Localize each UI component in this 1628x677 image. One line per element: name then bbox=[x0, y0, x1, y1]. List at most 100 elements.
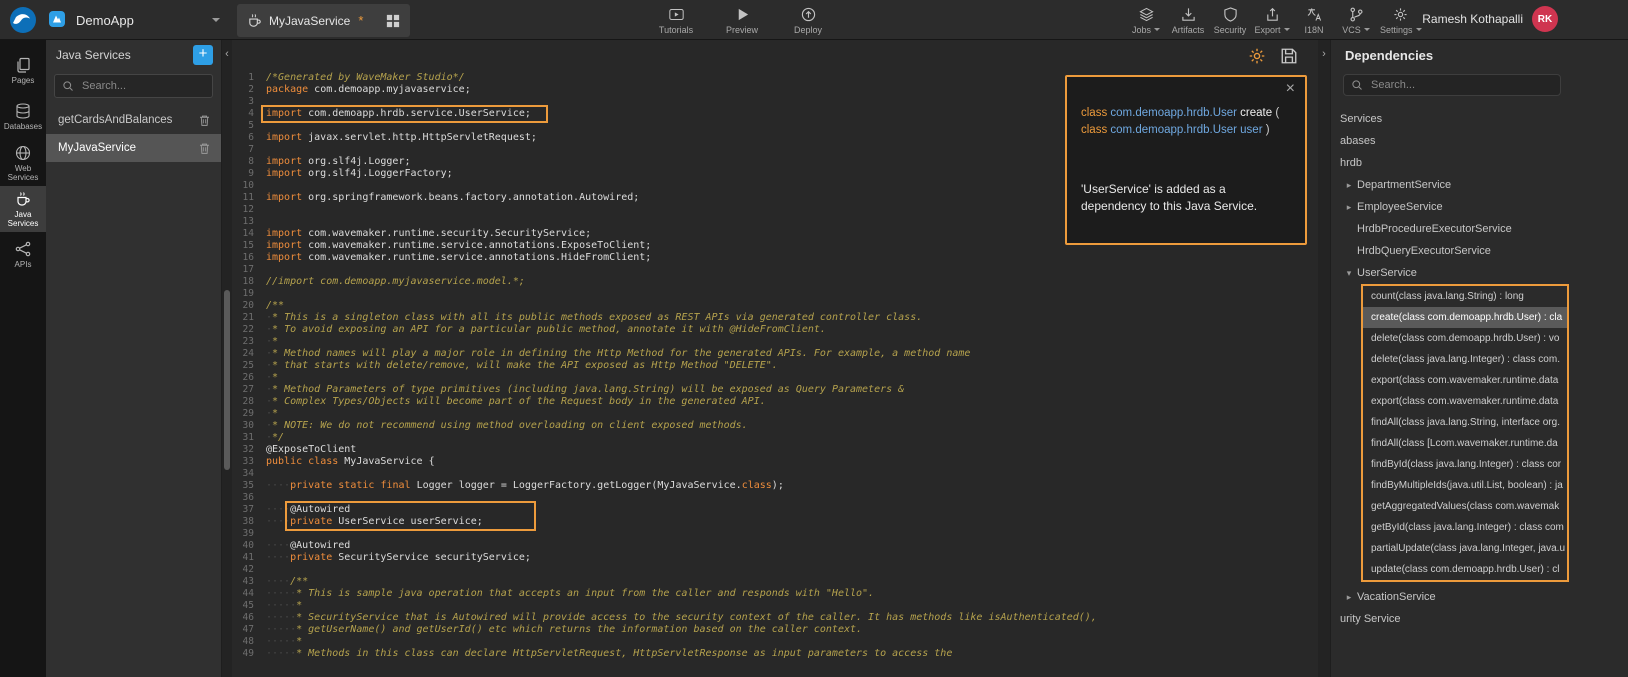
add-service-button[interactable]: + bbox=[193, 45, 213, 65]
code-line[interactable]: 44·····* This is sample java operation t… bbox=[232, 588, 1318, 600]
code-line[interactable]: 16import com.wavemaker.runtime.service.a… bbox=[232, 252, 1318, 264]
code-editor[interactable]: 1/*Generated by WaveMaker Studio*/2packa… bbox=[232, 40, 1318, 677]
settings-button[interactable]: Settings bbox=[1380, 4, 1422, 37]
code-line[interactable]: 32@ExposeToClient bbox=[232, 444, 1318, 456]
service-item-myjavaservice[interactable]: MyJavaService bbox=[46, 134, 221, 162]
method-item[interactable]: findAll(class java.lang.String, interfac… bbox=[1363, 412, 1567, 433]
method-item[interactable]: count(class java.lang.String) : long bbox=[1363, 286, 1567, 307]
code-line[interactable]: 18//import com.demoapp.myjavaservice.mod… bbox=[232, 276, 1318, 288]
service-item-getcardsandbalances[interactable]: getCardsAndBalances bbox=[46, 106, 221, 134]
services-search bbox=[54, 74, 213, 98]
chevron-right-icon[interactable]: ▸ bbox=[1343, 180, 1355, 191]
right-splitter[interactable]: › bbox=[1318, 40, 1330, 677]
code-line[interactable]: 27·* Method Parameters of type primitive… bbox=[232, 384, 1318, 396]
method-item[interactable]: getById(class java.lang.Integer) : class… bbox=[1363, 517, 1567, 538]
tree-item-employeeservice[interactable]: ▸EmployeeService bbox=[1331, 196, 1628, 218]
method-item[interactable]: export(class com.wavemaker.runtime.data bbox=[1363, 370, 1567, 391]
code-line[interactable]: 35····private static final Logger logger… bbox=[232, 480, 1318, 492]
tree-item-departmentservice[interactable]: ▸DepartmentService bbox=[1331, 174, 1628, 196]
tutorials-button[interactable]: Tutorials bbox=[655, 4, 697, 37]
dependencies-search-input[interactable] bbox=[1369, 78, 1553, 92]
method-item[interactable]: export(class com.wavemaker.runtime.data bbox=[1363, 391, 1567, 412]
tree-item-vacationservice[interactable]: ▸VacationService bbox=[1331, 586, 1628, 608]
security-button[interactable]: Security bbox=[1212, 4, 1248, 37]
chevron-down-icon[interactable]: ▾ bbox=[1343, 268, 1355, 279]
code-line[interactable]: 46·····* SecurityService that is Autowir… bbox=[232, 612, 1318, 624]
code-line[interactable]: 33public class MyJavaService { bbox=[232, 456, 1318, 468]
code-line[interactable]: 26·* bbox=[232, 372, 1318, 384]
code-line[interactable]: 37····@Autowired bbox=[232, 504, 1318, 516]
code-line[interactable]: 34 bbox=[232, 468, 1318, 480]
left-splitter[interactable]: ‹ bbox=[222, 40, 232, 677]
code-line[interactable]: 36 bbox=[232, 492, 1318, 504]
grid-icon[interactable] bbox=[386, 14, 400, 28]
deploy-button[interactable]: Deploy bbox=[787, 4, 829, 37]
tree-item-userservice[interactable]: ▾UserService bbox=[1331, 262, 1628, 284]
code-line[interactable]: 28·* Complex Types/Objects will become p… bbox=[232, 396, 1318, 408]
code-line[interactable]: 31·*/ bbox=[232, 432, 1318, 444]
services-search-input[interactable] bbox=[80, 79, 205, 93]
close-icon[interactable]: × bbox=[1286, 81, 1295, 97]
chevron-right-icon[interactable]: ▸ bbox=[1343, 202, 1355, 213]
method-item[interactable]: delete(class com.demoapp.hrdb.User) : vo bbox=[1363, 328, 1567, 349]
tree-item-urity-service[interactable]: urity Service bbox=[1331, 608, 1628, 630]
preview-button[interactable]: Preview bbox=[721, 4, 763, 37]
code-line[interactable]: 21·* This is a singleton class with all … bbox=[232, 312, 1318, 324]
code-line[interactable]: 25·* that starts with delete/remove, wil… bbox=[232, 360, 1318, 372]
tree-item-services[interactable]: Services bbox=[1331, 108, 1628, 130]
collapse-left-icon[interactable]: ‹ bbox=[222, 48, 232, 60]
code-line[interactable]: 48·····* bbox=[232, 636, 1318, 648]
tree-item-hrdbqueryexecutorservice[interactable]: HrdbQueryExecutorService bbox=[1331, 240, 1628, 262]
method-item[interactable]: delete(class java.lang.Integer) : class … bbox=[1363, 349, 1567, 370]
sidebar-item-apis[interactable]: APIs bbox=[0, 232, 46, 278]
user-menu[interactable]: Ramesh Kothapalli RK bbox=[1422, 6, 1558, 32]
trash-icon[interactable] bbox=[198, 114, 211, 127]
export-button[interactable]: Export bbox=[1254, 4, 1290, 37]
tab-myjavaservice[interactable]: MyJavaService * bbox=[237, 4, 410, 37]
i18n-button[interactable]: I18N bbox=[1296, 4, 1332, 37]
code-line[interactable]: 45·····* bbox=[232, 600, 1318, 612]
code-line[interactable]: 30·* NOTE: We do not recommend using met… bbox=[232, 420, 1318, 432]
editor-settings-icon[interactable] bbox=[1248, 47, 1266, 65]
code-line[interactable]: 41····private SecurityService securitySe… bbox=[232, 552, 1318, 564]
code-line[interactable]: 47·····* getUserName() and getUserId() e… bbox=[232, 624, 1318, 636]
editor-scrollbar[interactable] bbox=[224, 290, 230, 470]
method-item[interactable]: create(class com.demoapp.hrdb.User) : cl… bbox=[1363, 307, 1567, 328]
code-line[interactable]: 17 bbox=[232, 264, 1318, 276]
method-item[interactable]: findAll(class [Lcom.wavemaker.runtime.da bbox=[1363, 433, 1567, 454]
code-line[interactable]: 19 bbox=[232, 288, 1318, 300]
code-line[interactable]: 42 bbox=[232, 564, 1318, 576]
jobs-button[interactable]: Jobs bbox=[1128, 4, 1164, 37]
code-line[interactable]: 49·····* Methods in this class can decla… bbox=[232, 648, 1318, 660]
code-line[interactable]: 22·* To avoid exposing an API for a part… bbox=[232, 324, 1318, 336]
code-line[interactable]: 24·* Method names will play a major role… bbox=[232, 348, 1318, 360]
code-line[interactable]: 39 bbox=[232, 528, 1318, 540]
method-item[interactable]: findByMultipleIds(java.util.List, boolea… bbox=[1363, 475, 1567, 496]
tree-item-hrdb[interactable]: hrdb bbox=[1331, 152, 1628, 174]
sidebar-item-databases[interactable]: Databases bbox=[0, 94, 46, 140]
code-line[interactable]: 43····/** bbox=[232, 576, 1318, 588]
chevron-right-icon[interactable]: ▸ bbox=[1343, 592, 1355, 603]
method-item[interactable]: update(class com.demoapp.hrdb.User) : cl bbox=[1363, 559, 1567, 580]
save-icon[interactable] bbox=[1280, 47, 1298, 65]
code-line[interactable]: 29·* bbox=[232, 408, 1318, 420]
method-item[interactable]: findById(class java.lang.Integer) : clas… bbox=[1363, 454, 1567, 475]
collapse-right-icon[interactable]: › bbox=[1318, 48, 1330, 60]
code-line[interactable]: 23·* bbox=[232, 336, 1318, 348]
code-line[interactable]: 38····private UserService userService; bbox=[232, 516, 1318, 528]
sidebar-item-pages[interactable]: Pages bbox=[0, 48, 46, 94]
wavemaker-logo-icon[interactable] bbox=[9, 6, 37, 34]
tree-item-abases[interactable]: abases bbox=[1331, 130, 1628, 152]
artifacts-button[interactable]: Artifacts bbox=[1170, 4, 1206, 37]
method-item[interactable]: partialUpdate(class java.lang.Integer, j… bbox=[1363, 538, 1567, 559]
code-line[interactable]: 20/** bbox=[232, 300, 1318, 312]
sidebar-item-web-services[interactable]: Web Services bbox=[0, 140, 46, 186]
tree-item-hrdbprocedureexecutorservice[interactable]: HrdbProcedureExecutorService bbox=[1331, 218, 1628, 240]
api-icon bbox=[15, 241, 31, 257]
project-switcher[interactable]: DemoApp bbox=[48, 8, 220, 32]
method-item[interactable]: getAggregatedValues(class com.wavemak bbox=[1363, 496, 1567, 517]
sidebar-item-java-services[interactable]: Java Services bbox=[0, 186, 46, 232]
trash-icon[interactable] bbox=[198, 142, 211, 155]
vcs-button[interactable]: VCS bbox=[1338, 4, 1374, 37]
code-line[interactable]: 40····@Autowired bbox=[232, 540, 1318, 552]
